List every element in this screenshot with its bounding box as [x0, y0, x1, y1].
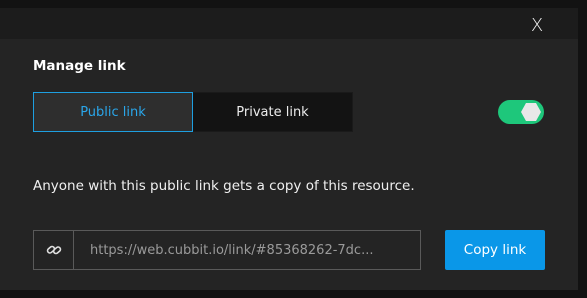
toggle-knob-icon: [521, 103, 541, 121]
tab-private-link[interactable]: Private link: [193, 92, 353, 132]
link-type-tabs: Public link Private link: [33, 92, 353, 132]
close-button[interactable]: X: [522, 12, 552, 38]
link-description: Anyone with this public link gets a copy…: [33, 178, 415, 194]
link-field: https://web.cubbit.io/link/#85368262-7dc…: [33, 230, 421, 270]
chain-link-icon: [46, 245, 61, 255]
manage-link-dialog: X Manage link Public link Private link A…: [0, 8, 578, 290]
public-link-url-field[interactable]: https://web.cubbit.io/link/#85368262-7dc…: [74, 231, 420, 269]
copy-link-button[interactable]: Copy link: [445, 230, 545, 270]
public-link-toggle[interactable]: [498, 100, 544, 124]
dialog-header: X: [0, 8, 578, 39]
link-icon: [34, 231, 74, 269]
toggle-knob: [521, 102, 541, 122]
tab-public-link[interactable]: Public link: [33, 92, 193, 132]
dialog-title: Manage link: [33, 58, 126, 74]
